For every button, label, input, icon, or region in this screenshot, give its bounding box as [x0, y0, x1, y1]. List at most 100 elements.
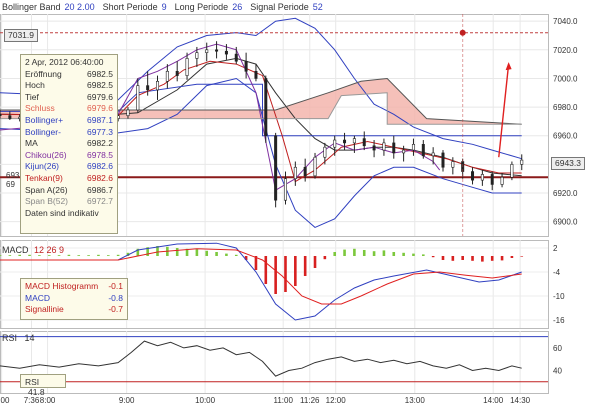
tooltip-row: Bollinger+ 6987.1 — [25, 115, 113, 127]
left-label-a: 693 — [6, 171, 20, 180]
price-y-tick: 6920.0 — [553, 189, 578, 198]
macd-hist-bar — [323, 256, 327, 260]
macd-hist-bar — [38, 255, 41, 256]
tooltip-row: Tenkan(9) 6982.6 — [25, 173, 113, 185]
macd-hist-bar — [97, 254, 100, 256]
macd-hist-bar — [215, 252, 218, 256]
candle-body — [244, 60, 248, 72]
x-tick-label: 13:00 — [405, 396, 426, 405]
candle-body — [500, 176, 504, 185]
header-param-2: Long Periode 26 — [175, 2, 247, 12]
tooltip-row: Kijun(26) 6982.6 — [25, 161, 113, 173]
chart-root: 7040.07020.07000.06980.06960.06940.06920… — [0, 0, 600, 407]
macd-hist-bar — [175, 248, 179, 256]
rsi-params: 14 — [24, 333, 35, 343]
candle-body — [234, 53, 238, 62]
macd-y-tick: -16 — [553, 316, 565, 325]
candle-body — [411, 144, 415, 151]
tooltip-row: Eröffnung 6982.5 — [25, 69, 113, 81]
rsi-tooltip-label: RSI — [25, 377, 40, 387]
candle-body — [362, 138, 366, 147]
candle-body — [264, 78, 268, 137]
macd-hist-bar — [225, 253, 228, 256]
candle-body — [471, 171, 475, 181]
tooltip-row: Hoch 6982.5 — [25, 80, 113, 92]
tooltip-row-value: 6977.3 — [87, 126, 113, 137]
candle-body — [313, 156, 317, 177]
macd-tooltip-row: MACD Histogramm -0.1 — [25, 281, 123, 293]
candle-body — [156, 81, 160, 91]
tooltip-row-value: 6978.5 — [87, 149, 113, 160]
header-param-value: 20 2.00 — [64, 2, 95, 12]
candle-body — [441, 152, 445, 168]
macd-hist-bar — [116, 254, 120, 256]
tooltip-row-label: Tenkan(9) — [25, 172, 63, 183]
candle-body — [392, 142, 396, 154]
macd-hist-bar — [451, 256, 455, 261]
macd-tooltip-label: MACD — [25, 292, 51, 303]
tooltip-row-value: 6982.5 — [87, 80, 113, 91]
candle-body — [0, 113, 2, 116]
candle-body — [215, 49, 219, 52]
rsi-y-tick: 60 — [553, 344, 562, 353]
macd-hist-bar — [402, 252, 405, 256]
macd-y-tick: -4 — [553, 268, 561, 277]
tooltip-row-value: 6987.1 — [87, 114, 113, 125]
macd-hist-bar — [392, 252, 396, 256]
candle-body — [352, 138, 356, 144]
macd-hist-bar — [362, 250, 366, 256]
panel-frame-2 — [0, 331, 549, 394]
rsi-title: RSI — [2, 333, 18, 343]
header-param-label: Bollinger Band — [2, 2, 61, 12]
tooltip-row-label: Tief — [25, 91, 39, 102]
macd-hist-bar — [294, 256, 297, 286]
candle-body — [283, 178, 287, 201]
tooltip-row: Span A(26) 6986.7 — [25, 185, 113, 197]
macd-tooltip-label: Signallinie — [25, 304, 64, 315]
macd-params: 12 26 9 — [34, 245, 65, 255]
left-label-b: 69 — [6, 180, 15, 189]
candle-body — [205, 49, 209, 53]
tooltip-row: Span B(52) 6972.7 — [25, 196, 113, 208]
tooltip-row: Schluss 6979.6 — [25, 103, 113, 115]
candle-body — [274, 135, 278, 201]
macd-hist-bar — [382, 250, 386, 256]
tooltip-row-label: MA — [25, 138, 38, 149]
macd-hist-bar — [47, 255, 51, 256]
candle-body — [224, 50, 228, 55]
macd-hist-bar — [313, 256, 317, 268]
rsi-tooltip: RSI 41.8 — [20, 374, 66, 397]
macd-hist-bar — [333, 252, 337, 256]
candle-body — [175, 70, 179, 76]
x-tick-label: 11:00 — [273, 396, 293, 405]
macd-title: MACD — [2, 245, 29, 255]
candle-body — [165, 70, 169, 82]
candle-body — [372, 145, 376, 151]
candle-body — [490, 174, 494, 185]
macd-y-tick: 2 — [553, 244, 558, 253]
macd-hist-bar — [520, 256, 524, 257]
x-tick-label: 7:36 — [24, 396, 40, 405]
header-param-label: Short Periode — [102, 2, 158, 12]
candle-body — [254, 70, 258, 79]
macd-tooltip-value: -0.8 — [108, 292, 123, 303]
x-tick-label: 12:00 — [326, 396, 347, 405]
macd-tooltip-value: -0.1 — [108, 281, 123, 291]
macd-hist-bar — [481, 256, 484, 262]
candle-body — [333, 139, 337, 148]
candle-body — [451, 161, 455, 168]
candle-body — [303, 166, 307, 177]
tooltip-row: Tief 6979.6 — [25, 92, 113, 104]
price-tooltip: 2 Apr, 2012 06:40:00 Eröffnung 6982.5 Hoch 6… — [20, 54, 118, 234]
macd-hist-bar — [284, 256, 287, 292]
macd-hist-bar — [441, 256, 445, 260]
macd-hist-bar — [500, 256, 504, 261]
candle-body — [185, 58, 189, 76]
macd-hist-bar — [510, 256, 514, 258]
tooltip-row-value: 6979.6 — [87, 103, 113, 114]
tooltip-row-value: 6982.2 — [87, 138, 113, 149]
tooltip-row-label: Kijun(26) — [25, 161, 60, 172]
tooltip-row-value: 6982.6 — [87, 172, 113, 183]
macd-hist-bar — [274, 256, 277, 294]
last-price-tag: 6943.3 — [551, 157, 585, 170]
